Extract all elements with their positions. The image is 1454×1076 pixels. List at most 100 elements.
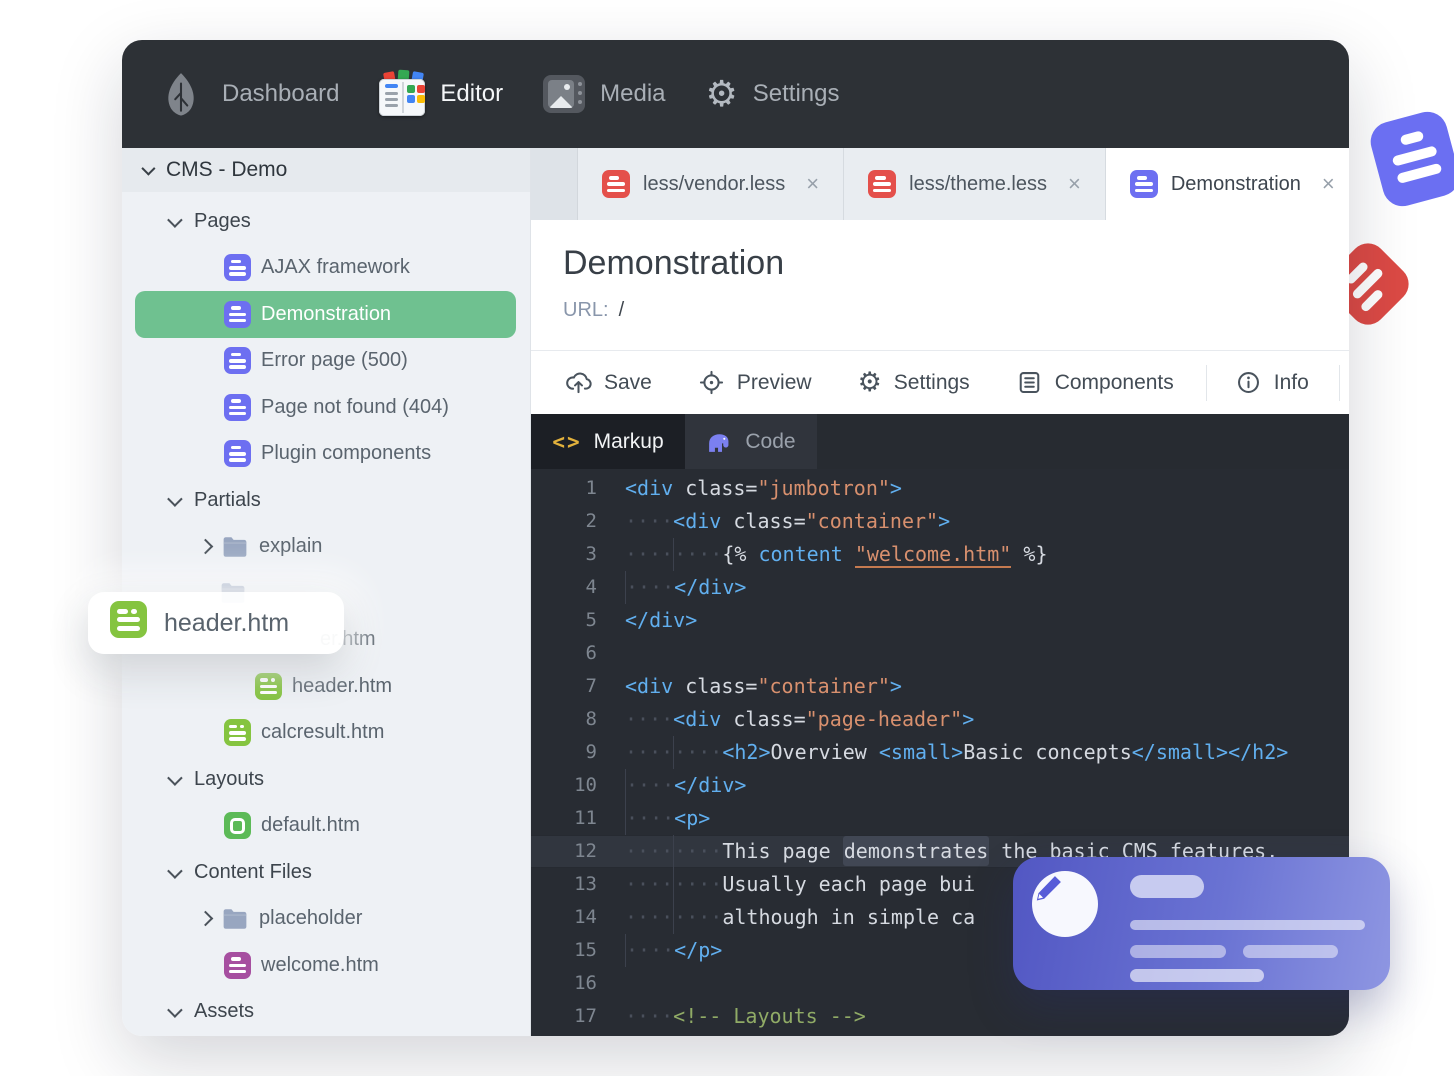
line-number: 13 — [574, 873, 597, 895]
nav-item-editor[interactable]: Editor — [379, 69, 503, 116]
tree-group-pages[interactable]: Pages — [122, 198, 530, 245]
page-purple-file-icon — [1129, 170, 1158, 198]
tree-folder-placeholder[interactable]: placeholder — [122, 896, 530, 943]
code-line-11: 11 ····<p> — [531, 802, 1349, 835]
line-number: 16 — [574, 972, 597, 994]
nav-item-label: Media — [600, 80, 666, 107]
page-background: Dashboard Editor Media ⚙ Settings CMS - Demo… — [0, 0, 1454, 1076]
line-number: 17 — [574, 1005, 597, 1027]
partial-file-icon — [110, 601, 147, 645]
nav-item-settings[interactable]: ⚙ Settings — [706, 76, 840, 112]
tree-group-assets[interactable]: Assets — [122, 989, 530, 1036]
chevron-down-icon — [167, 491, 183, 507]
settings-gear-icon: ⚙ — [705, 73, 738, 114]
content-magenta-file-icon — [224, 951, 251, 979]
line-content: ····<h2>Layouts</h2> — [625, 1033, 1349, 1036]
chevron-down-icon — [167, 212, 183, 228]
drag-ghost-label: header.htm — [164, 608, 290, 637]
document-tab-less-vendor-less[interactable]: less/vendor.less × — [578, 148, 845, 220]
editor-nav-icon — [379, 69, 426, 116]
tree-item-welcome-htm[interactable]: welcome.htm — [122, 942, 530, 989]
code-line-10: 10 ····</div> — [531, 769, 1349, 802]
tree-item-page-not-found-404[interactable]: Page not found (404) — [122, 384, 530, 431]
toolbar-button-label: Save — [604, 370, 652, 394]
line-number: 12 — [574, 840, 597, 862]
line-content: ····<!-- Layouts --> — [625, 1004, 866, 1028]
info-button[interactable]: Info — [1235, 369, 1309, 396]
tree-item-label: calcresult.htm — [261, 721, 385, 744]
toolbar-divider — [1205, 364, 1207, 401]
page-purple-file-icon — [224, 254, 251, 282]
tree-item-error-page-500[interactable]: Error page (500) — [122, 338, 530, 385]
nav-item-media[interactable]: Media — [543, 75, 666, 113]
folder-icon — [223, 537, 247, 557]
sidebar-header-label: CMS - Demo — [166, 158, 288, 181]
tree-item-plugin-components[interactable]: Plugin components — [122, 431, 530, 478]
page-purple-file-icon — [224, 347, 251, 375]
tree-group-layouts[interactable]: Layouts — [122, 756, 530, 803]
tree-item-calcresult-htm[interactable]: calcresult.htm — [122, 710, 530, 757]
preview-target-icon — [699, 370, 723, 395]
pencil-badge — [1032, 871, 1098, 937]
preview-button[interactable]: Preview — [698, 369, 812, 396]
line-content: ········{% content "welcome.htm" %} — [625, 538, 1349, 571]
chevron-down-icon — [167, 770, 183, 786]
info-icon — [1237, 372, 1259, 393]
tree-group-label: Layouts — [194, 767, 265, 790]
editor-tab-code[interactable]: Code — [685, 414, 817, 469]
code-line-1: 1 <div class="jumbotron"> — [531, 472, 1349, 505]
save-cloud-upload-icon — [566, 372, 592, 394]
settings-button[interactable]: ⚙ Settings — [858, 369, 970, 396]
document-tab-less-theme-less[interactable]: less/theme.less × — [844, 148, 1106, 220]
toolbar-divider — [1338, 364, 1340, 401]
chevron-right-icon — [197, 910, 214, 927]
url-value: / — [618, 299, 625, 321]
line-content: ····<p> — [625, 802, 1349, 835]
document-toolbar: Save Preview ⚙ Settings Components Info — [531, 350, 1349, 414]
code-line-17: 17 ····<!-- Layouts --> — [531, 1000, 1349, 1033]
editor-tab-markup[interactable]: <> Markup — [531, 414, 685, 469]
partial-green-file-icon — [224, 719, 251, 747]
tree-item-demonstration[interactable]: Demonstration — [135, 291, 516, 338]
chevron-down-icon — [141, 161, 156, 176]
line-content — [625, 637, 1349, 670]
page-title: Demonstration — [563, 244, 785, 282]
components-button[interactable]: Components — [1016, 369, 1174, 396]
close-icon[interactable]: × — [1068, 171, 1081, 197]
leaf-icon — [168, 73, 194, 116]
save-button[interactable]: Save — [565, 369, 652, 396]
code-line-7: 7 <div class="container"> — [531, 670, 1349, 703]
skeleton-line — [1130, 945, 1226, 958]
close-icon[interactable]: × — [806, 171, 819, 197]
tree-item-label: default.htm — [261, 814, 360, 837]
nav-item-label: Dashboard — [222, 80, 340, 107]
markup-brackets-icon: <> — [552, 429, 582, 454]
nav-item-dashboard[interactable]: Dashboard — [222, 80, 339, 108]
close-icon[interactable]: × — [1322, 171, 1335, 197]
toolbar-button-label: Components — [1054, 370, 1174, 394]
document-tab-demonstration[interactable]: Demonstration × — [1105, 148, 1349, 220]
tree-item-label: Demonstration — [261, 302, 392, 325]
line-content: ····<div class="container"> — [625, 509, 951, 533]
tree-group-content-files[interactable]: Content Files — [122, 849, 530, 896]
chevron-down-icon — [167, 1002, 183, 1019]
sidebar-header[interactable]: CMS - Demo — [122, 148, 530, 192]
partial-green-file-icon — [110, 601, 147, 638]
tree-item-ajax-framework[interactable]: AJAX framework — [122, 245, 530, 292]
tree-item-label: Page not found (404) — [261, 395, 449, 418]
october-leaf-logo[interactable] — [158, 71, 204, 117]
tree-folder-explain[interactable]: explain — [122, 524, 530, 571]
tree-item-header-htm[interactable]: header.htm — [122, 663, 530, 710]
tree-group-partials[interactable]: Partials — [122, 477, 530, 524]
components-list-icon — [1019, 372, 1039, 393]
tree-item-label: Plugin components — [261, 442, 432, 465]
tree-item-default-htm[interactable]: default.htm — [122, 803, 530, 850]
skeleton-title — [1130, 875, 1204, 898]
less-red-file-icon — [868, 170, 897, 198]
page-purple-file-icon — [224, 440, 251, 468]
skeleton-line — [1130, 920, 1365, 930]
code-line-9: 9 ········<h2>Overview <small>Basic conce… — [531, 736, 1349, 769]
editor-tabbar: <> Markup Code — [531, 414, 1349, 469]
partial-green-file-icon — [255, 672, 282, 700]
tab-label: less/theme.less — [909, 172, 1047, 195]
